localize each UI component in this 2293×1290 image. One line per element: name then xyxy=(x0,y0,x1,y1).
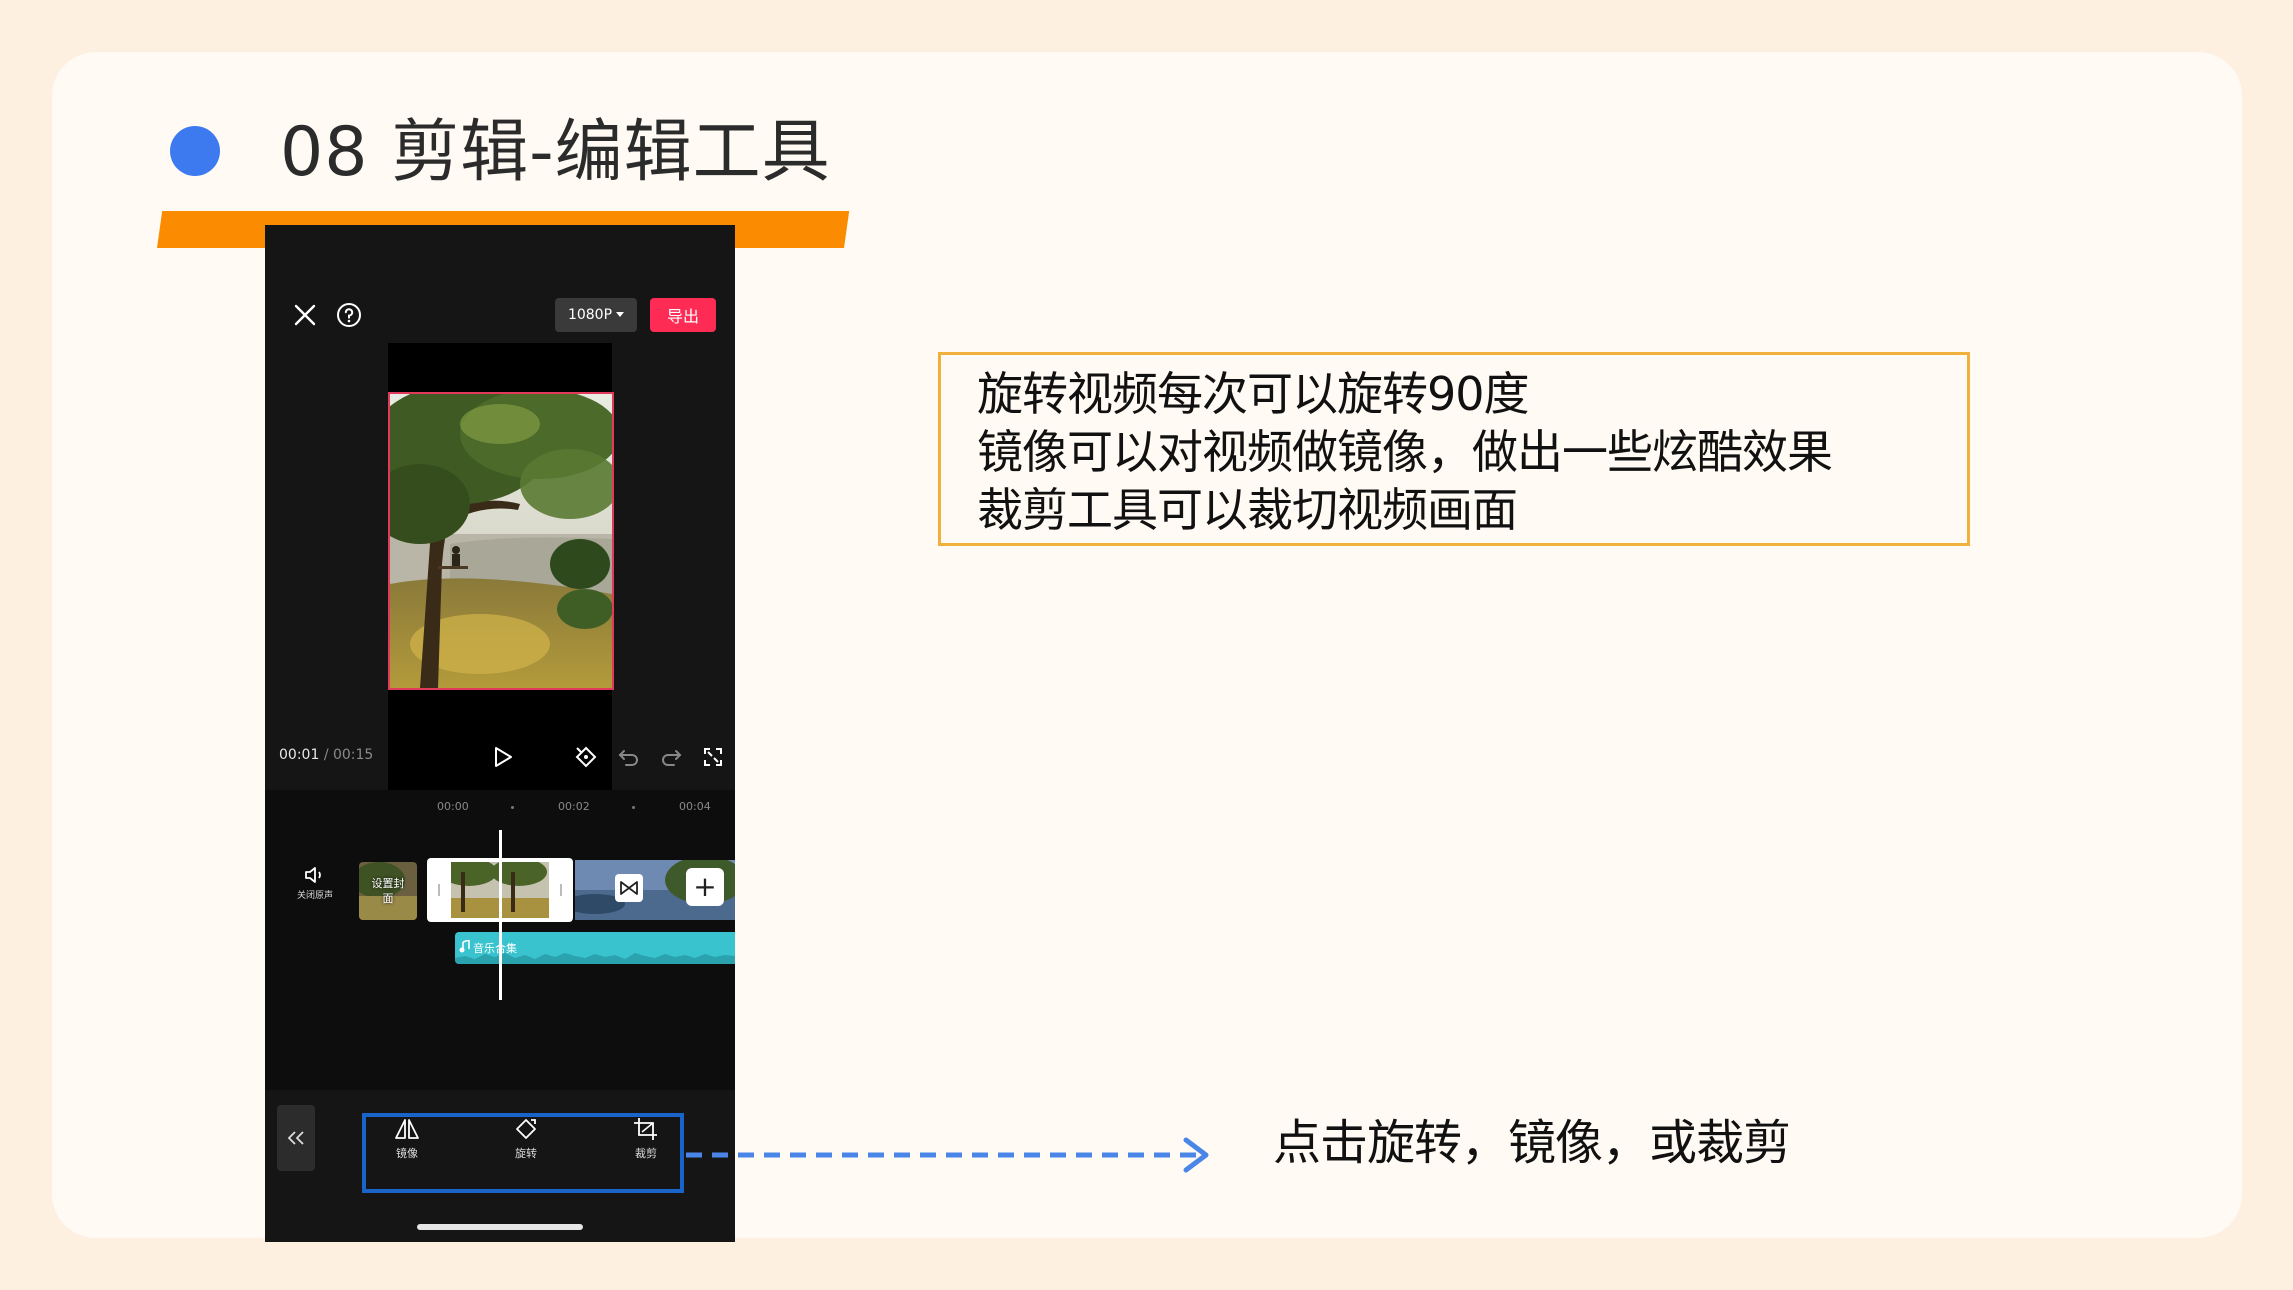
audio-track[interactable]: 音乐合集 xyxy=(455,932,735,964)
close-icon[interactable] xyxy=(285,295,325,335)
time-separator: / xyxy=(323,747,329,763)
fullscreen-icon[interactable] xyxy=(697,741,729,773)
callout-box: 旋转视频每次可以旋转90度 镜像可以对视频做镜像，做出一些炫酷效果 裁剪工具可以… xyxy=(938,352,1970,546)
mute-label: 关闭原声 xyxy=(296,890,333,901)
dashed-arrow xyxy=(686,1137,1209,1173)
total-time: 00:15 xyxy=(332,747,374,763)
current-time: 00:01 xyxy=(279,747,320,763)
speaker-mute-icon xyxy=(305,866,321,883)
add-clip-plus-icon[interactable]: + xyxy=(686,868,724,906)
playhead[interactable] xyxy=(499,830,502,1000)
time-readout: 00:01 / 00:15 xyxy=(279,747,373,763)
mute-original-audio-button[interactable]: 关闭原声 xyxy=(285,855,345,911)
title-bullet-dot xyxy=(170,126,220,176)
tool-highlight-box xyxy=(362,1113,684,1193)
music-note-icon xyxy=(459,940,470,953)
help-circle-icon[interactable] xyxy=(331,297,367,333)
undo-icon[interactable] xyxy=(613,741,645,773)
callout-line: 裁剪工具可以裁切视频画面 xyxy=(977,483,1518,537)
ruler-tick: 00:00 xyxy=(437,800,469,813)
phone-screen: 1080P 导出 00:01 / 00:15 00:00 00:02 00:04… xyxy=(265,225,735,1242)
play-icon[interactable] xyxy=(485,739,521,775)
clip-handle-right[interactable] xyxy=(560,884,562,896)
resolution-dropdown[interactable]: 1080P xyxy=(555,298,637,332)
clip-handle-left[interactable] xyxy=(438,884,440,896)
audio-label: 音乐合集 xyxy=(473,942,517,955)
transition-icon[interactable] xyxy=(615,874,643,902)
callout-line: 镜像可以对视频做镜像，做出一些炫酷效果 xyxy=(977,425,1833,479)
caret-down-icon xyxy=(616,312,625,317)
ruler-tick: 00:02 xyxy=(558,800,590,813)
hint-text: 点击旋转，镜像，或裁剪 xyxy=(1273,1115,1791,1171)
video-preview-image[interactable] xyxy=(388,392,614,690)
keyframe-icon[interactable] xyxy=(570,741,602,773)
home-indicator xyxy=(417,1224,583,1230)
playback-bar: 00:01 / 00:15 xyxy=(265,735,735,779)
resolution-label: 1080P xyxy=(567,307,613,323)
redo-icon[interactable] xyxy=(655,741,687,773)
callout-line: 旋转视频每次可以旋转90度 xyxy=(977,367,1530,421)
ruler-dot xyxy=(511,806,514,809)
export-button[interactable]: 导出 xyxy=(650,298,716,332)
set-cover-button[interactable]: 设置封面 xyxy=(359,862,417,920)
cover-label: 设置封面 xyxy=(371,877,405,905)
timeline-panel: 00:00 00:02 00:04 关闭原声 设置封面 + 音乐合集 xyxy=(265,790,735,1090)
slide-title: 08 剪辑-编辑工具 xyxy=(280,113,831,192)
collapse-chevron-icon[interactable] xyxy=(277,1105,315,1171)
ruler-tick: 00:04 xyxy=(679,800,711,813)
ruler-dot xyxy=(632,806,635,809)
